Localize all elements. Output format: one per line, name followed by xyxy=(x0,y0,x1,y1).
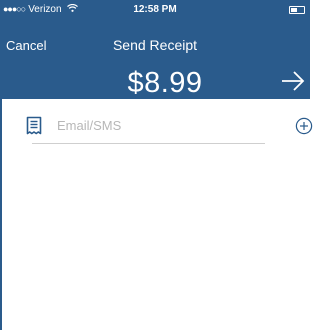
page-title: Send Receipt xyxy=(112,37,198,53)
left-border xyxy=(0,0,2,330)
nav-bar: Cancel Send Receipt xyxy=(0,34,310,56)
receipt-icon xyxy=(26,116,42,135)
recipient-row xyxy=(0,110,313,146)
battery-icon xyxy=(289,6,305,14)
amount-display: $8.99 xyxy=(127,67,203,99)
arrow-right-icon[interactable] xyxy=(280,68,306,94)
status-bar: ●●●○○ Verizon 12:58 PM xyxy=(0,0,310,20)
send-receipt-screen: ●●●○○ Verizon 12:58 PM Cancel Send Receip… xyxy=(0,0,313,330)
email-sms-input[interactable] xyxy=(57,114,262,136)
status-time: 12:58 PM xyxy=(133,4,177,15)
header: ●●●○○ Verizon 12:58 PM Cancel Send Receip… xyxy=(0,0,310,99)
add-circle-icon[interactable] xyxy=(295,117,313,135)
battery-level xyxy=(291,8,297,12)
input-underline xyxy=(32,143,265,144)
